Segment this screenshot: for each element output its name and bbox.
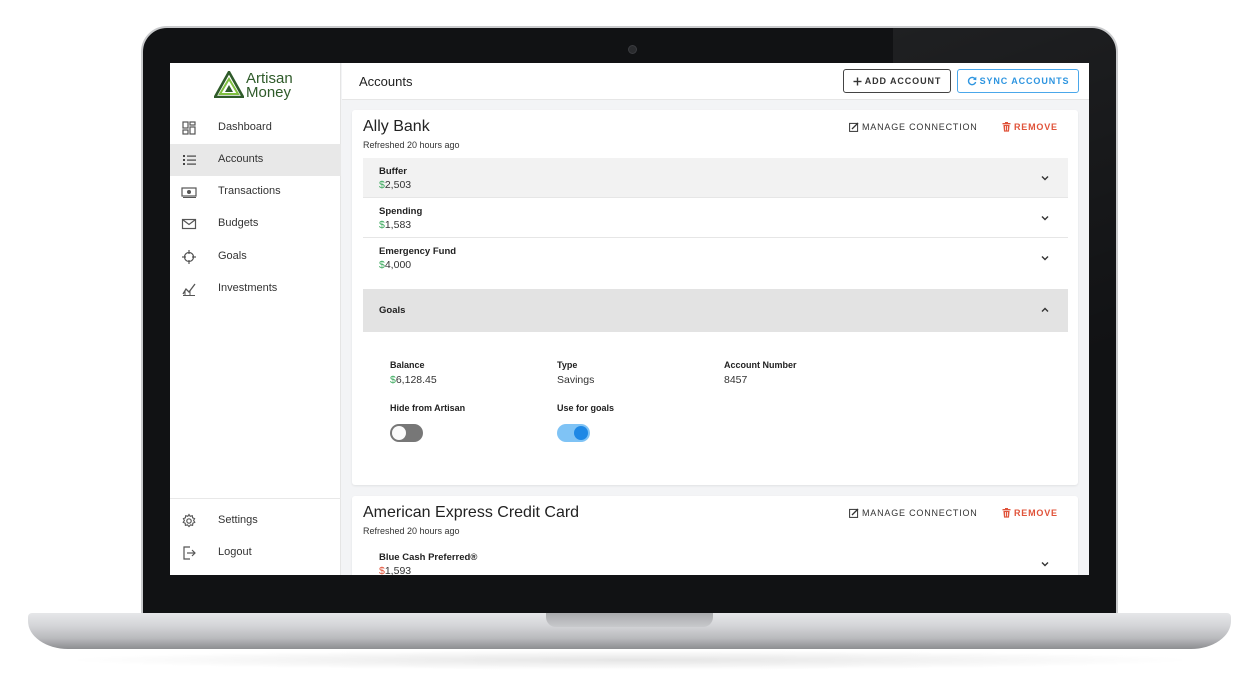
chevron-down-icon	[1041, 176, 1049, 181]
remove-button[interactable]: REMOVE	[1002, 508, 1058, 518]
plus-icon	[853, 77, 862, 85]
sync-accounts-label: SYNC ACCOUNTS	[979, 76, 1070, 86]
refresh-icon	[967, 76, 976, 86]
account-name: Blue Cash Preferred®	[379, 552, 478, 563]
cash-icon	[181, 187, 197, 198]
account-name: Emergency Fund	[379, 246, 457, 257]
sidebar-item-transactions[interactable]: Transactions	[170, 176, 341, 208]
account-balance: $4,000	[379, 259, 412, 271]
crosshair-icon	[182, 250, 196, 264]
trash-icon	[1002, 508, 1011, 518]
account-number-label: Account Number	[724, 360, 797, 370]
balance-label: Balance	[390, 360, 425, 370]
chevron-down-icon	[1041, 562, 1049, 567]
edit-icon	[849, 122, 859, 132]
account-row-goals-expanded[interactable]: Goals	[363, 289, 1068, 332]
sidebar: Artisan Money Dashboard Accounts Transac…	[170, 63, 341, 575]
laptop-notch	[546, 613, 713, 627]
manage-connection-button[interactable]: MANAGE CONNECTION	[849, 122, 978, 132]
sync-accounts-button[interactable]: SYNC ACCOUNTS	[957, 69, 1079, 93]
manage-connection-label: MANAGE CONNECTION	[862, 508, 978, 518]
bank-card: American Express Credit Card Refreshed 2…	[352, 496, 1078, 575]
account-row-buffer[interactable]: Buffer $2,503	[363, 158, 1068, 198]
use-for-goals-toggle[interactable]	[557, 424, 590, 442]
hide-from-artisan-toggle[interactable]	[390, 424, 423, 442]
account-row-blue-cash-preferred[interactable]: Blue Cash Preferred® $1,593	[363, 544, 1068, 575]
sidebar-item-label: Transactions	[218, 185, 281, 197]
sidebar-item-dashboard[interactable]: Dashboard	[170, 112, 341, 144]
sidebar-item-goals[interactable]: Goals	[170, 241, 341, 273]
remove-label: REMOVE	[1014, 122, 1058, 132]
bank-card: Ally Bank Refreshed 20 hours ago MANAGE …	[352, 110, 1078, 485]
remove-label: REMOVE	[1014, 508, 1058, 518]
add-account-label: ADD ACCOUNT	[864, 76, 942, 86]
logout-icon	[183, 546, 196, 560]
account-balance: $1,583	[379, 219, 412, 231]
account-name: Buffer	[379, 166, 407, 177]
chart-line-icon	[182, 283, 196, 296]
sidebar-item-label: Settings	[218, 514, 258, 526]
top-bar: Accounts ADD ACCOUNT SYNC ACCOUNTS	[342, 63, 1089, 100]
bank-name: Ally Bank	[363, 118, 430, 135]
manage-connection-button[interactable]: MANAGE CONNECTION	[849, 508, 978, 518]
type-value: Savings	[557, 374, 595, 386]
logo-line-2: Money	[246, 84, 292, 101]
app-screen: Artisan Money Dashboard Accounts Transac…	[170, 63, 1089, 575]
logo-text: Artisan Money	[246, 71, 293, 101]
account-name: Spending	[379, 206, 423, 217]
account-row-spending[interactable]: Spending $1,583	[363, 198, 1068, 238]
chevron-up-icon	[1041, 307, 1049, 312]
account-row-emergency-fund[interactable]: Emergency Fund $4,000	[363, 238, 1068, 278]
sidebar-item-label: Investments	[218, 282, 278, 294]
sidebar-item-label: Accounts	[218, 153, 264, 165]
logo-mark-icon	[214, 71, 244, 98]
sidebar-item-investments[interactable]: Investments	[170, 273, 341, 305]
type-label: Type	[557, 360, 578, 370]
app-logo[interactable]: Artisan Money	[214, 68, 304, 101]
remove-button[interactable]: REMOVE	[1002, 122, 1058, 132]
sidebar-item-budgets[interactable]: Budgets	[170, 208, 341, 240]
sidebar-item-label: Budgets	[218, 217, 259, 229]
dashboard-icon	[182, 121, 196, 135]
sidebar-divider	[170, 498, 341, 499]
chevron-down-icon	[1041, 216, 1049, 221]
bank-name: American Express Credit Card	[363, 504, 580, 521]
balance-value: $6,128.45	[390, 374, 437, 386]
sidebar-item-settings[interactable]: Settings	[170, 505, 341, 537]
refreshed-text: Refreshed 20 hours ago	[363, 140, 460, 150]
manage-connection-label: MANAGE CONNECTION	[862, 122, 978, 132]
gear-icon	[182, 513, 196, 528]
account-number-value: 8457	[724, 374, 748, 386]
toggle-knob	[574, 426, 588, 440]
account-name: Goals	[379, 305, 406, 316]
use-for-goals-label: Use for goals	[557, 403, 615, 413]
edit-icon	[849, 508, 859, 518]
hide-from-artisan-label: Hide from Artisan	[390, 403, 466, 413]
list-icon	[183, 155, 196, 165]
sidebar-item-label: Dashboard	[218, 121, 272, 133]
account-balance: $2,503	[379, 179, 412, 191]
sidebar-item-label: Logout	[218, 546, 252, 558]
sidebar-item-accounts[interactable]: Accounts	[170, 144, 341, 176]
laptop-shadow	[60, 650, 1200, 670]
toggle-knob	[392, 426, 406, 440]
sidebar-item-logout[interactable]: Logout	[170, 537, 341, 569]
camera-icon	[628, 45, 637, 54]
account-balance: $1,593	[379, 565, 412, 575]
trash-icon	[1002, 122, 1011, 132]
envelope-icon	[181, 218, 197, 230]
page-title: Accounts	[359, 74, 413, 89]
sidebar-item-label: Goals	[218, 250, 247, 262]
chevron-down-icon	[1041, 256, 1049, 261]
add-account-button[interactable]: ADD ACCOUNT	[843, 69, 951, 93]
refreshed-text: Refreshed 20 hours ago	[363, 526, 460, 536]
